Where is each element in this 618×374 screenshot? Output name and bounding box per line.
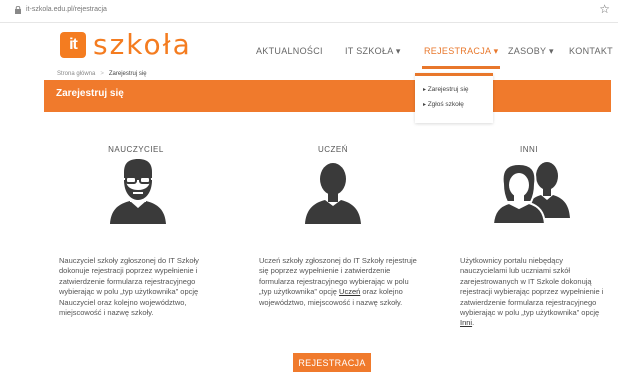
- dropdown-item-zarejestruj[interactable]: Zarejestruj się: [423, 86, 469, 93]
- student-link[interactable]: Uczeń: [339, 287, 360, 296]
- register-button[interactable]: REJESTRACJA: [293, 353, 371, 372]
- nav-it-szkola[interactable]: IT SZKOŁA ▾: [345, 46, 401, 57]
- rejestracja-dropdown-menu: Zarejestruj się Zgłoś szkołę: [415, 73, 493, 123]
- teacher-description: Nauczyciel szkoły zgłoszonej do IT Szkoł…: [59, 256, 199, 318]
- student-avatar-icon: [305, 158, 361, 229]
- bookmark-star-icon[interactable]: ☆: [599, 2, 610, 16]
- others-link[interactable]: Inni: [460, 318, 472, 327]
- others-text-after: .: [472, 318, 475, 328]
- nav-aktualnosci[interactable]: AKTUALNOŚCI: [256, 46, 323, 56]
- others-heading: INNI: [520, 145, 538, 154]
- student-description: Uczeń szkoły zgłoszonej do IT Szkoły rej…: [259, 256, 419, 308]
- dropdown-item-zglos-szkole[interactable]: Zgłoś szkołę: [423, 101, 464, 108]
- breadcrumb: Strona główna > Zarejestruj się: [57, 71, 147, 77]
- others-description: Użytkownicy portalu niebędący nauczyciel…: [460, 256, 610, 329]
- nav-zasoby[interactable]: ZASOBY ▾: [508, 46, 554, 57]
- main-navigation: AKTUALNOŚCI IT SZKOŁA ▾ REJESTRACJA ▾ ZA…: [0, 46, 618, 69]
- lock-icon: [15, 6, 21, 14]
- url-text[interactable]: it-szkola.edu.pl/rejestracja: [26, 6, 107, 13]
- teacher-heading: NAUCZYCIEL: [108, 145, 164, 154]
- others-avatar-icon: [491, 158, 571, 229]
- browser-address-bar[interactable]: it-szkola.edu.pl/rejestracja ☆: [0, 0, 618, 23]
- nav-kontakt[interactable]: KONTAKT: [569, 46, 613, 56]
- page-title-banner: Zarejestruj się: [44, 80, 611, 112]
- breadcrumb-current: Zarejestruj się: [108, 71, 147, 77]
- others-text-before: Użytkownicy portalu niebędący nauczyciel…: [460, 256, 604, 318]
- breadcrumb-home[interactable]: Strona główna: [57, 71, 95, 77]
- page-title: Zarejestruj się: [56, 88, 124, 99]
- student-heading: UCZEŃ: [317, 145, 349, 154]
- teacher-avatar-icon: [110, 158, 166, 229]
- nav-rejestracja[interactable]: REJESTRACJA ▾: [421, 46, 501, 69]
- breadcrumb-separator: >: [100, 71, 104, 77]
